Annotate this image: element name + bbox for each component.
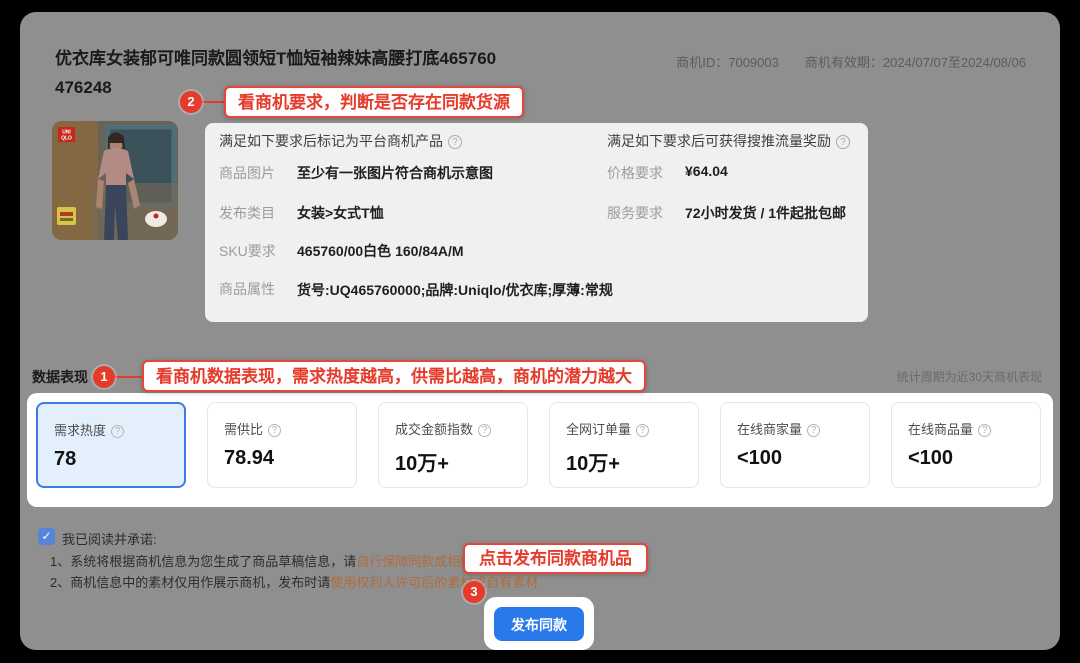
- help-icon[interactable]: ?: [807, 424, 820, 437]
- annotation-step1-badge: 1: [93, 366, 115, 388]
- product-photo-illustration: UNI QLO: [52, 121, 178, 240]
- annotation-step1-connector: [115, 376, 143, 378]
- help-icon[interactable]: ?: [448, 135, 462, 149]
- header-meta: 商机ID：7009003 商机有效期：2024/07/07至2024/08/06: [676, 52, 1026, 71]
- help-icon[interactable]: ?: [978, 424, 991, 437]
- metric-card-gmv-index[interactable]: 成交金额指数? 10万+: [378, 402, 528, 488]
- agreement-line-1: 1、系统将根据商机信息为您生成了商品草稿信息，请自行保障同款或相似的: [50, 551, 486, 570]
- stats-period-note: 统计周期为近30天商机表现: [897, 368, 1042, 385]
- requirement-row-price: 价格要求 ¥64.04: [607, 163, 728, 183]
- opportunity-requirements-panel: 满足如下要求后标记为平台商机产品? 商品图片 至少有一张图片符合商机示意图 发布…: [205, 123, 868, 322]
- svg-text:QLO: QLO: [61, 136, 72, 142]
- help-icon[interactable]: ?: [636, 424, 649, 437]
- help-icon[interactable]: ?: [111, 425, 124, 438]
- publish-button-container: 发布同款: [484, 597, 594, 650]
- metric-card-order-volume[interactable]: 全网订单量? 10万+: [549, 402, 699, 488]
- product-image[interactable]: UNI QLO: [52, 121, 178, 240]
- opportunity-detail-page: 优衣库女装郁可唯同款圆领短T恤短袖辣妹高腰打底465760 476248 商机I…: [20, 12, 1060, 650]
- metric-card-online-products[interactable]: 在线商品量? <100: [891, 402, 1041, 488]
- requirements-right-header: 满足如下要求后可获得搜推流量奖励?: [607, 131, 850, 151]
- annotation-step3-badge: 3: [463, 581, 485, 603]
- requirement-row-attributes: 商品属性 货号:UQ465760000;品牌:Uniqlo/优衣库;厚薄:常规: [219, 279, 613, 301]
- metric-value: 10万+: [395, 447, 527, 476]
- screenshot-frame: 优衣库女装郁可唯同款圆领短T恤短袖辣妹高腰打底465760 476248 商机I…: [0, 0, 1080, 663]
- requirement-row-image: 商品图片 至少有一张图片符合商机示意图: [219, 163, 493, 183]
- publish-same-product-button[interactable]: 发布同款: [494, 607, 584, 641]
- metric-card-demand-supply-ratio[interactable]: 需供比? 78.94: [207, 402, 357, 488]
- requirement-row-service: 服务要求 72小时发货 / 1件起批包邮: [607, 203, 846, 223]
- opportunity-id: 商机ID：7009003: [676, 52, 779, 71]
- metric-value: 10万+: [566, 447, 698, 476]
- agreement-checkbox[interactable]: ✓: [38, 528, 55, 545]
- agreement-title: 我已阅读并承诺:: [62, 529, 157, 548]
- metric-value: <100: [908, 447, 1040, 470]
- metric-value: 78.94: [224, 447, 356, 470]
- agreement-link-2[interactable]: 使用权利人许可后的素材或自有素材: [330, 575, 538, 590]
- metric-value: <100: [737, 447, 869, 470]
- data-performance-title: 数据表现: [32, 367, 88, 387]
- metric-card-demand-heat[interactable]: 需求热度? 78: [36, 402, 186, 488]
- annotation-step2-badge: 2: [180, 91, 202, 113]
- requirement-row-category: 发布类目 女装>女式T恤: [219, 203, 384, 223]
- metric-value: 78: [54, 448, 184, 471]
- annotation-step1-note: 看商机数据表现，需求热度越高，供需比越高，商机的潜力越大: [142, 360, 646, 392]
- help-icon[interactable]: ?: [478, 424, 491, 437]
- opportunity-validity: 商机有效期：2024/07/07至2024/08/06: [805, 52, 1026, 71]
- help-icon[interactable]: ?: [268, 424, 281, 437]
- requirements-left-header: 满足如下要求后标记为平台商机产品?: [219, 131, 462, 151]
- annotation-step2-note: 看商机要求，判断是否存在同款货源: [224, 86, 524, 118]
- metric-card-online-sellers[interactable]: 在线商家量? <100: [720, 402, 870, 488]
- annotation-step3-note: 点击发布同款商机品: [463, 543, 648, 574]
- metrics-panel: 需求热度? 78 需供比? 78.94 成交金额指数? 10万+ 全网订单量? …: [27, 393, 1053, 507]
- help-icon[interactable]: ?: [836, 135, 850, 149]
- annotation-step2-connector: [202, 101, 225, 103]
- requirement-row-sku: SKU要求 465760/00白色 160/84A/M: [219, 241, 464, 261]
